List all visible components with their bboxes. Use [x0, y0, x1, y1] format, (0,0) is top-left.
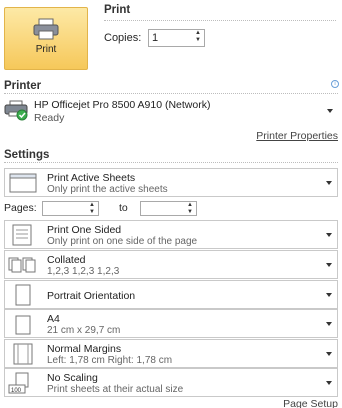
paper-size-dropdown[interactable]: A4 21 cm x 29,7 cm — [4, 309, 338, 338]
setting-title: A4 — [47, 313, 60, 325]
printer-properties-link[interactable]: Printer Properties — [256, 130, 338, 142]
dropdown-arrow-icon — [326, 263, 332, 267]
scaling-dropdown[interactable]: 100 No Scaling Print sheets at their act… — [4, 368, 338, 397]
printer-icon — [33, 18, 59, 40]
printer-section-title: Printer — [4, 80, 42, 92]
one-sided-page-icon — [12, 224, 32, 246]
dropdown-arrow-icon — [326, 293, 332, 297]
pages-from-stepper[interactable]: ▲ ▼ — [42, 201, 99, 216]
paper-size-icon — [15, 315, 31, 335]
setting-title: Print One Sided — [47, 224, 122, 236]
pages-range: Pages: ▲ ▼ to ▲ ▼ — [4, 201, 204, 216]
dropdown-arrow-icon — [326, 322, 332, 326]
setting-subtitle: 1,2,3 1,2,3 1,2,3 — [47, 266, 120, 277]
copies-stepper[interactable]: 1 ▲ ▼ — [148, 29, 205, 47]
dropdown-arrow-icon — [326, 181, 332, 185]
print-button[interactable]: Print — [4, 7, 88, 70]
copies-label: Copies: — [104, 32, 142, 44]
orientation-dropdown[interactable]: Portrait Orientation — [4, 280, 338, 309]
page-setup-link[interactable]: Page Setup — [283, 398, 338, 408]
spinner-arrows-icon[interactable]: ▲ ▼ — [195, 30, 201, 44]
dropdown-arrow-icon — [326, 381, 332, 385]
spinner-arrows-icon[interactable]: ▲ ▼ — [89, 202, 95, 216]
network-printer-icon — [4, 100, 28, 121]
dropdown-arrow-icon — [326, 352, 332, 356]
collated-pages-icon — [8, 257, 36, 273]
setting-subtitle: Left: 1,78 cm Right: 1,78 cm — [47, 355, 173, 366]
pages-label: Pages: — [4, 202, 37, 214]
setting-title: Portrait Orientation — [47, 290, 136, 302]
setting-subtitle: Only print on one side of the page — [47, 236, 198, 247]
print-active-sheets-dropdown[interactable]: Print Active Sheets Only print the activ… — [4, 168, 338, 197]
no-scaling-icon: 100 — [8, 372, 29, 394]
print-button-label: Print — [35, 44, 57, 55]
setting-subtitle: Only print the active sheets — [47, 184, 168, 195]
margins-icon — [13, 343, 33, 365]
setting-subtitle: 21 cm x 29,7 cm — [47, 325, 121, 336]
printer-select[interactable]: HP Officejet Pro 8500 A910 (Network) Rea… — [4, 97, 338, 127]
divider — [104, 20, 336, 21]
settings-section-title: Settings — [4, 149, 50, 161]
setting-title: No Scaling — [47, 372, 98, 384]
pages-to-stepper[interactable]: ▲ ▼ — [140, 201, 197, 216]
divider — [4, 162, 338, 163]
margins-dropdown[interactable]: Normal Margins Left: 1,78 cm Right: 1,78… — [4, 339, 338, 368]
dropdown-arrow-icon — [326, 233, 332, 237]
pages-to-label: to — [119, 202, 128, 214]
spinner-arrows-icon[interactable]: ▲ ▼ — [187, 202, 193, 216]
info-icon[interactable]: i — [331, 80, 339, 88]
sheets-icon — [9, 173, 37, 193]
copies-value: 1 — [152, 32, 159, 44]
divider — [4, 93, 338, 94]
setting-subtitle: Print sheets at their actual size — [47, 384, 184, 395]
dropdown-arrow-icon — [327, 109, 333, 113]
setting-title: Collated — [47, 254, 86, 266]
scaling-icon-text: 100 — [11, 388, 22, 394]
printer-status: Ready — [34, 112, 65, 124]
print-sided-dropdown[interactable]: Print One Sided Only print on one side o… — [4, 220, 338, 249]
setting-title: Print Active Sheets — [47, 172, 136, 184]
printer-name: HP Officejet Pro 8500 A910 (Network) — [34, 99, 211, 111]
print-heading: Print — [104, 4, 131, 16]
portrait-page-icon — [15, 284, 31, 306]
setting-title: Normal Margins — [47, 343, 122, 355]
collation-dropdown[interactable]: Collated 1,2,3 1,2,3 1,2,3 — [4, 250, 338, 279]
